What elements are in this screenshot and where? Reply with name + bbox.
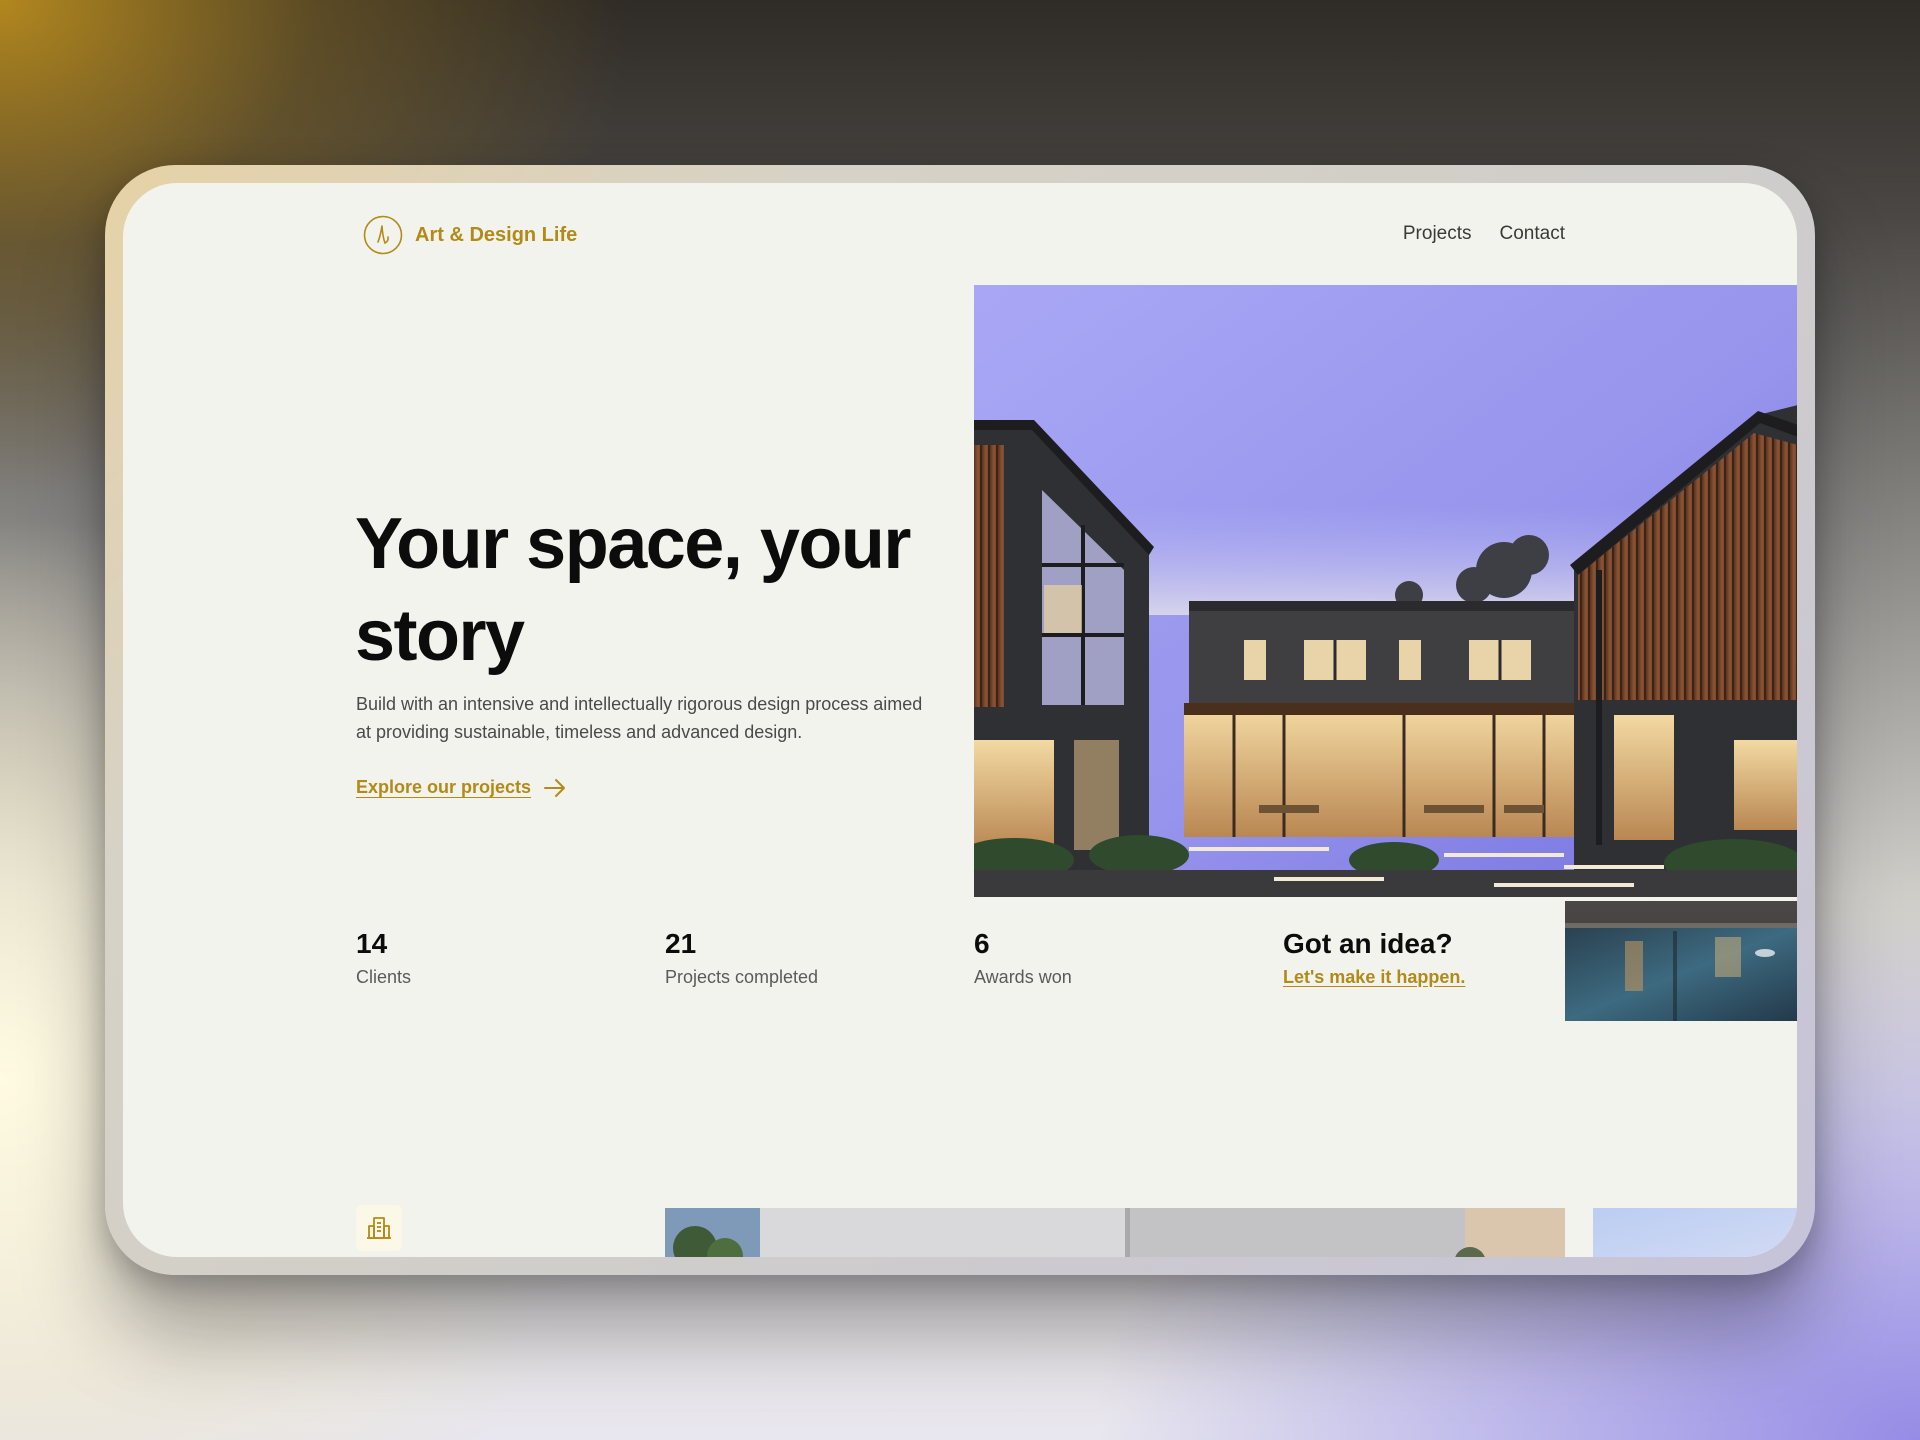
- nav-contact-link[interactable]: Contact: [1500, 223, 1565, 245]
- top-nav: Projects Contact: [1403, 223, 1565, 245]
- hero-title: Your space, your story: [355, 504, 911, 676]
- pool-image: [1565, 901, 1797, 1021]
- brand-name: Art & Design Life: [415, 223, 578, 246]
- building-icon: [367, 1217, 391, 1239]
- project-thumbnail[interactable]: [665, 1208, 1565, 1257]
- stat-clients: 14 Clients: [356, 927, 411, 988]
- explore-projects-cta[interactable]: Explore our projects: [356, 777, 567, 798]
- stat-label: Projects completed: [665, 967, 819, 987]
- browser-screen: Art & Design Life Projects Contact Your …: [123, 183, 1797, 1257]
- device-frame: Art & Design Life Projects Contact Your …: [105, 165, 1815, 1275]
- logo-mark-icon: [363, 215, 403, 255]
- stat-projects: 21 Projects completed: [665, 927, 818, 988]
- stat-label: Awards won: [974, 967, 1072, 987]
- stat-awards: 6 Awards won: [974, 927, 1072, 988]
- make-it-happen-link[interactable]: Let's make it happen.: [1283, 967, 1465, 988]
- project-thumbnail[interactable]: [1593, 1208, 1797, 1257]
- stat-label: Clients: [356, 967, 412, 987]
- stat-value: 6: [974, 928, 990, 959]
- stat-value: 21: [665, 928, 697, 959]
- stat-value: 14: [356, 928, 388, 959]
- callout-title: Got an idea?: [1283, 928, 1453, 959]
- brand-logo[interactable]: Art & Design Life: [363, 215, 577, 255]
- building-icon-tile: [356, 1205, 402, 1251]
- hero-house-image: [974, 285, 1797, 897]
- nav-projects-link[interactable]: Projects: [1403, 223, 1472, 245]
- contact-callout: Got an idea? Let's make it happen.: [1283, 927, 1465, 988]
- explore-projects-link[interactable]: Explore our projects: [356, 777, 531, 798]
- hero-description: Build with an intensive and intellectual…: [356, 694, 923, 742]
- arrow-right-icon: [544, 778, 566, 797]
